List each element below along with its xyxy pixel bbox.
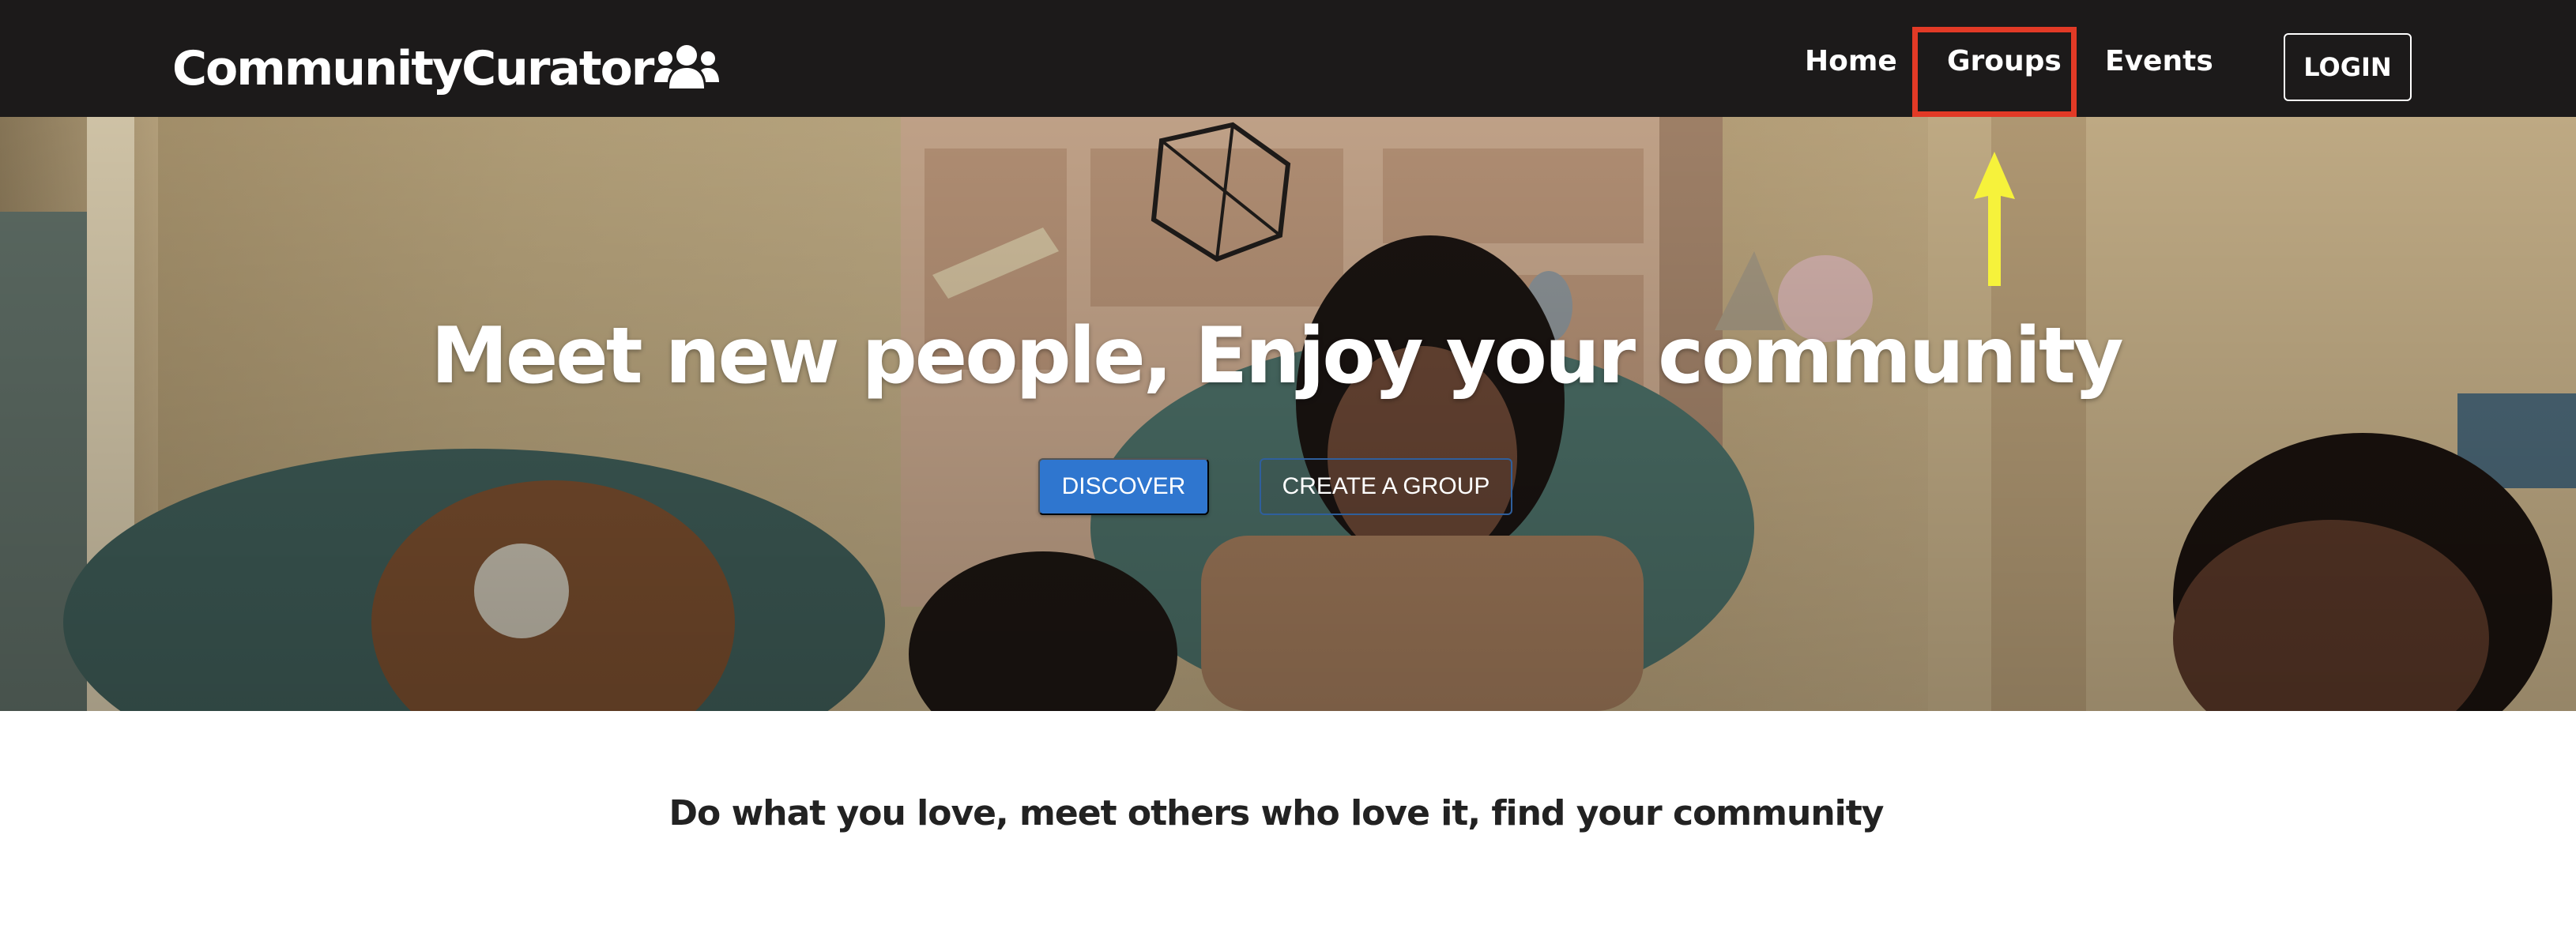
hero-banner: Meet new people, Enjoy your community DI…	[0, 117, 2576, 711]
discover-button[interactable]: DISCOVER	[1038, 458, 1209, 515]
nav-home-link[interactable]: Home	[1805, 47, 1897, 76]
top-navbar: CommunityCurator Home Groups Events LOGI…	[0, 0, 2576, 117]
users-icon	[654, 43, 720, 96]
hero-headline: Meet new people, Enjoy your community	[431, 311, 2123, 401]
brand-logo[interactable]: CommunityCurator	[172, 33, 720, 104]
nav-events-link[interactable]: Events	[2105, 47, 2213, 76]
login-button[interactable]: LOGIN	[2284, 33, 2412, 101]
annotation-arrow-icon	[1974, 152, 2015, 286]
groups-highlight-box	[1912, 27, 2077, 117]
brand-name: CommunityCurator	[172, 41, 654, 96]
hero-background-image	[0, 117, 2576, 711]
create-group-button[interactable]: CREATE A GROUP	[1260, 458, 1512, 515]
community-tagline: Do what you love, meet others who love i…	[668, 793, 1885, 833]
